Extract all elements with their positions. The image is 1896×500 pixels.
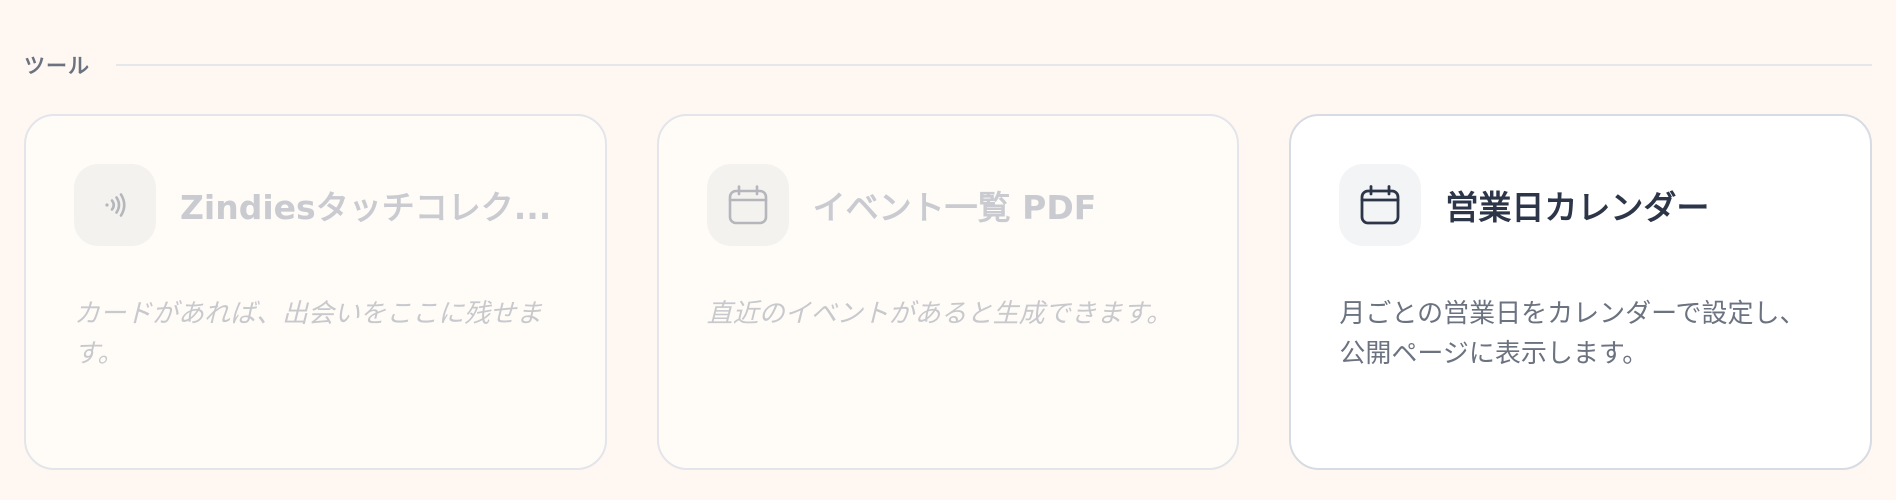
card-title: 営業日カレンダー: [1445, 188, 1710, 227]
tool-card-event-pdf[interactable]: イベント一覧 PDF 直近のイベントがあると生成できます。: [656, 114, 1240, 470]
tool-cards: Zindiesタッチコレク... カードがあれば、出会いをここに残せます。 イベ…: [24, 114, 1873, 470]
section-title: ツール: [24, 54, 90, 78]
section-header: ツール: [24, 50, 1872, 80]
card-title: イベント一覧 PDF: [812, 188, 1097, 227]
calendar-icon: [1339, 164, 1422, 246]
tool-card-touch-collection[interactable]: Zindiesタッチコレク... カードがあれば、出会いをここに残せます。: [24, 114, 607, 470]
section-divider: [116, 64, 1872, 66]
card-description: 月ごとの営業日をカレンダーで設定し、公開ページに表示します。: [1339, 299, 1806, 369]
tool-card-business-calendar[interactable]: 営業日カレンダー 月ごとの営業日をカレンダーで設定し、公開ページに表示します。: [1289, 114, 1873, 470]
card-header: 営業日カレンダー: [1339, 164, 1822, 246]
card-header: イベント一覧 PDF: [706, 164, 1190, 246]
calendar-icon: [706, 164, 789, 246]
nfc-icon: [74, 164, 156, 246]
card-description: 直近のイベントがあると生成できます。: [706, 299, 1173, 329]
card-description: カードがあれば、出会いをここに残せます。: [74, 299, 543, 369]
card-title: Zindiesタッチコレク...: [180, 188, 552, 227]
card-header: Zindiesタッチコレク...: [74, 164, 557, 246]
